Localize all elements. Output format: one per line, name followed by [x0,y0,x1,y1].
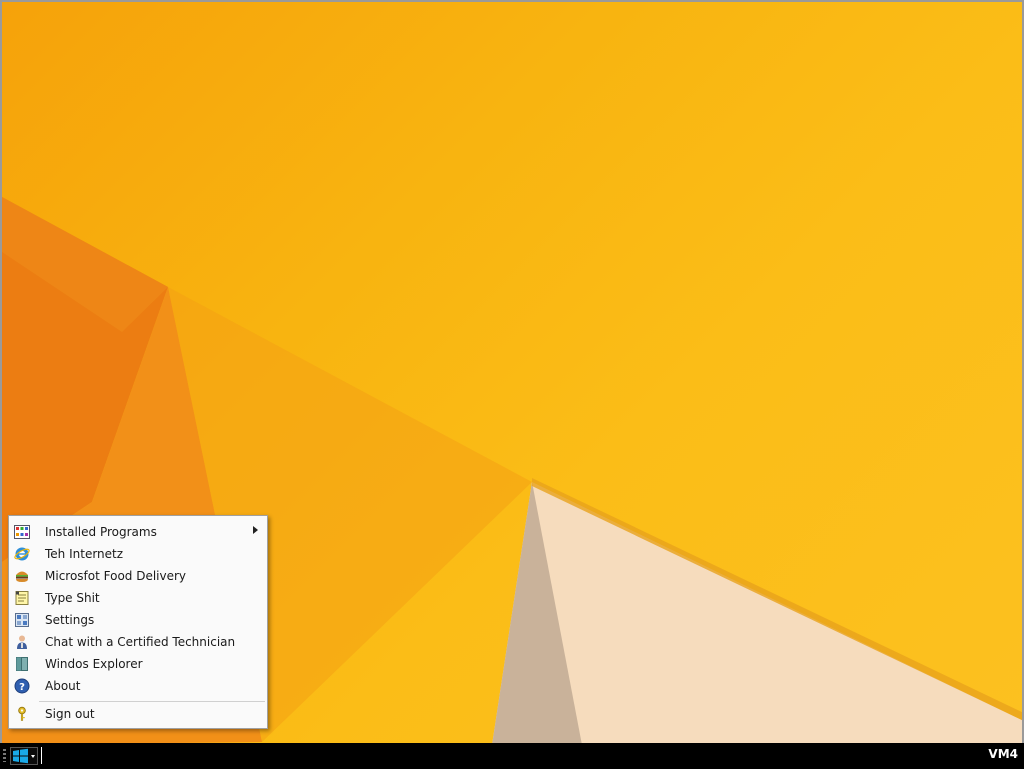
menu-item-type-shit[interactable]: Type Shit [9,587,267,609]
menu-item-label: Settings [45,613,95,627]
menu-separator [39,701,265,702]
menu-item-label: Type Shit [45,591,100,605]
menu-item-label: Sign out [45,707,95,721]
menu-item-label: Chat with a Certified Technician [45,635,236,649]
menu-item-sign-out[interactable]: Sign out [9,703,267,725]
menu-item-chat-technician[interactable]: Chat with a Certified Technician [9,631,267,653]
taskbar-grip[interactable] [3,749,6,762]
settings-icon [15,613,29,627]
explorer-icon [16,657,28,671]
burger-icon [16,571,28,582]
menu-item-about[interactable]: ? About [9,675,267,697]
menu-item-label: Installed Programs [45,525,157,539]
menu-item-label: Microsfot Food Delivery [45,569,187,583]
key-icon [18,706,26,721]
menu-item-food-delivery[interactable]: Microsfot Food Delivery [9,565,267,587]
technician-icon [17,635,27,649]
menu-item-label: Teh Internetz [45,547,124,561]
text-cursor [41,747,42,764]
menu-item-settings[interactable]: Settings [9,609,267,631]
start-button[interactable] [10,747,38,765]
windows-logo-icon [10,747,38,765]
submenu-arrow-icon [253,526,258,534]
notepad-icon [15,591,29,605]
menu-item-label: Windos Explorer [45,657,143,671]
help-icon: ? [14,678,30,694]
programs-icon [14,525,30,539]
menu-item-teh-internetz[interactable]: Teh Internetz [9,543,267,565]
internet-explorer-icon [14,547,30,561]
vm-label: VM4 [988,747,1018,761]
taskbar: VM4 [0,743,1024,768]
menu-item-label: About [45,679,81,693]
menu-item-installed-programs[interactable]: Installed Programs [9,521,267,543]
menu-item-windos-explorer[interactable]: Windos Explorer [9,653,267,675]
svg-text:?: ? [19,682,25,693]
start-menu: Installed Programs Teh Internetz Microsf… [8,515,268,729]
